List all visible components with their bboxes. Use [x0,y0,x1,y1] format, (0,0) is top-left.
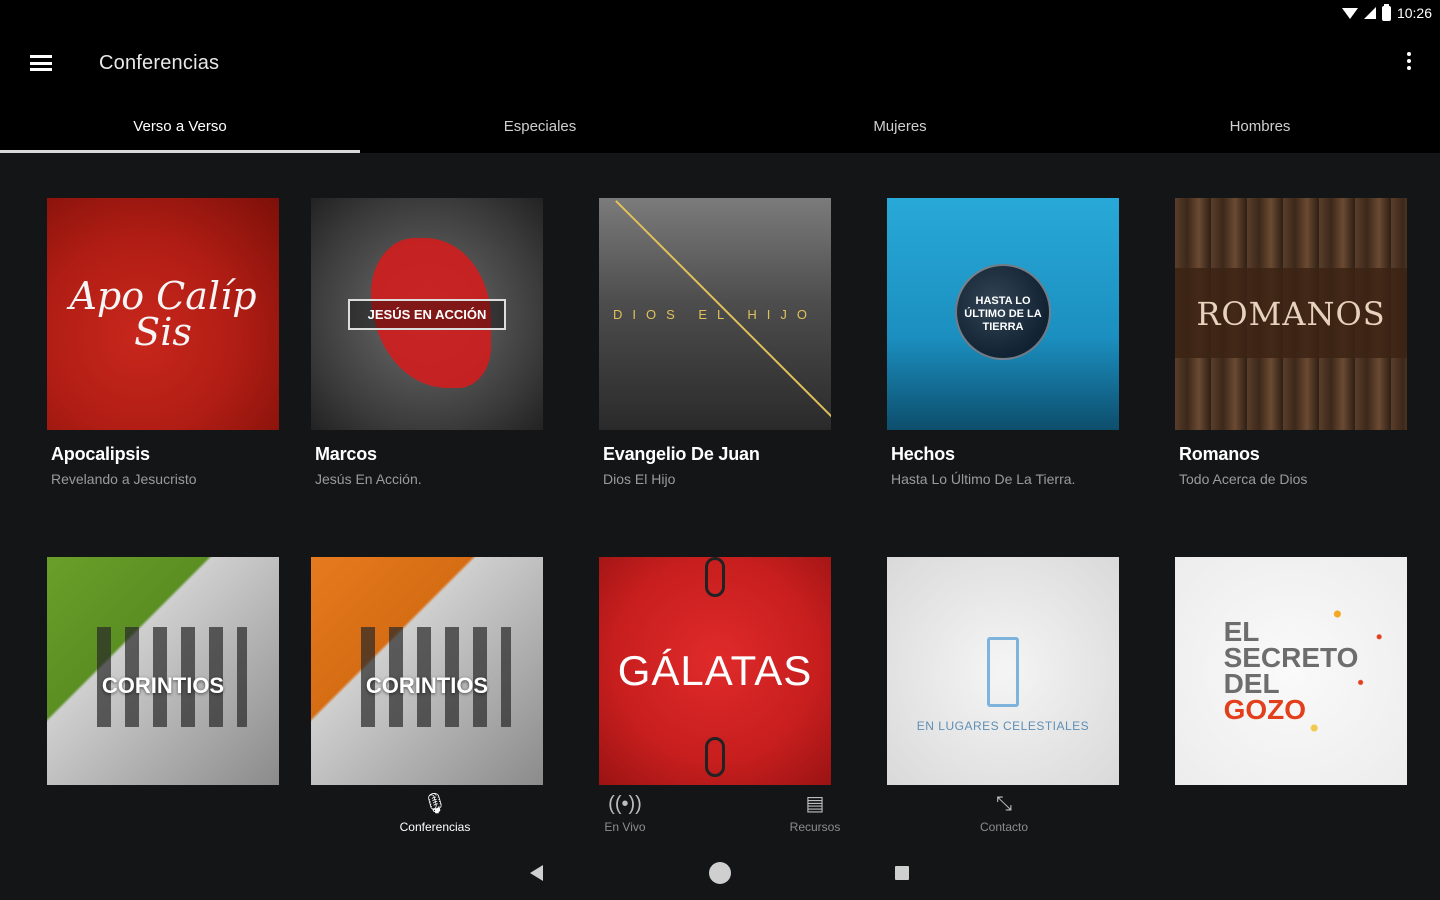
chair-graphic [987,637,1019,707]
series-card-galatas[interactable]: GÁLATAS [599,557,831,785]
series-cover[interactable]: DIOS EL HIJO [599,198,831,430]
series-subtitle: Hasta Lo Último De La Tierra. [891,471,1076,487]
cover-title: EL SECRETO DEL GOZO [1223,618,1359,725]
series-title: Romanos [1179,444,1260,464]
contact-icon: ⤡ [996,793,1012,815]
series-subtitle: Revelando a Jesucristo [51,471,197,487]
series-subtitle: Todo Acerca de Dios [1179,471,1308,487]
series-cover[interactable]: HASTA LO ÚLTIMO DE LA TIERRA [887,198,1119,430]
series-subtitle: Dios El Hijo [603,471,676,487]
nav-label: Recursos [789,820,841,834]
status-time: 10:26 [1396,5,1432,21]
system-navigation-bar [0,840,1440,900]
series-card-marcos[interactable]: JESÚS EN ACCIÓN Marcos Jesús En Acción. [311,198,543,487]
series-cover[interactable]: EL SECRETO DEL GOZO [1175,557,1407,785]
series-card-el-secreto-del-gozo[interactable]: EL SECRETO DEL GOZO [1175,557,1407,785]
wifi-icon [1341,7,1358,19]
cover-title: EN LUGARES CELESTIALES [916,719,1090,733]
chain-graphic [705,737,725,777]
microphone-icon: 🎙 [422,793,448,815]
app-bar: Conferencias [0,28,1440,100]
cover-title: CORINTIOS [101,673,225,698]
series-title: Evangelio De Juan [603,444,760,464]
series-card-2-corintios[interactable]: CORINTIOS [311,557,543,785]
nav-en-vivo[interactable]: ((•)) En Vivo [565,792,685,834]
series-cover[interactable]: GÁLATAS [599,557,831,785]
chain-graphic [705,557,725,597]
nav-contacto[interactable]: ⤡ Contacto [944,792,1064,834]
nav-label: Conferencias [399,820,471,834]
bottom-navigation: 🎙 Conferencias ((•)) En Vivo ▤ Recursos … [0,790,1440,840]
cover-title-line: GOZO [1223,694,1307,725]
series-card-romanos[interactable]: ROMANOS Romanos Todo Acerca de Dios [1175,198,1407,487]
recent-apps-icon[interactable] [895,866,909,880]
tab-verso-a-verso[interactable]: Verso a Verso [0,100,360,153]
status-bar: 10:26 [0,0,1440,28]
series-title: Hechos [891,444,955,464]
nav-conferencias[interactable]: 🎙 Conferencias [375,792,495,834]
series-cover[interactable]: JESÚS EN ACCIÓN [311,198,543,430]
series-title: Apocalipsis [51,444,150,464]
tab-bar: Verso a Verso Especiales Mujeres Hombres [0,100,1440,153]
cover-title: GÁLATAS [617,647,813,694]
series-card-celestiales[interactable]: EN LUGARES CELESTIALES [887,557,1119,785]
series-cover[interactable]: Apo Calíp Sis [47,198,279,430]
series-card-hechos[interactable]: HASTA LO ÚLTIMO DE LA TIERRA Hechos Hast… [887,198,1119,487]
series-card-evangelio-de-juan[interactable]: DIOS EL HIJO Evangelio De Juan Dios El H… [599,198,831,487]
book-icon: ▤ [805,793,825,815]
app-title: Conferencias [99,52,220,74]
signal-icon [1363,7,1376,19]
series-card-apocalipsis[interactable]: Apo Calíp Sis Apocalipsis Revelando a Je… [47,198,279,487]
battery-icon [1381,3,1391,21]
series-cover[interactable]: CORINTIOS [311,557,543,785]
tab-hombres[interactable]: Hombres [1080,100,1440,153]
cover-title: DIOS EL HIJO [612,306,818,322]
broadcast-icon: ((•)) [608,793,642,815]
overflow-menu-icon[interactable] [1406,52,1412,74]
tab-mujeres[interactable]: Mujeres [720,100,1080,153]
nav-label: Contacto [979,820,1029,834]
series-title: Marcos [315,444,377,464]
cover-title: HASTA LO ÚLTIMO DE LA TIERRA [964,294,1042,333]
nav-recursos[interactable]: ▤ Recursos [755,792,875,834]
series-subtitle: Jesús En Acción. [315,471,422,487]
cover-title: ROMANOS [1196,295,1386,333]
series-cover[interactable]: EN LUGARES CELESTIALES [887,557,1119,785]
hamburger-menu-icon[interactable] [30,55,52,71]
tab-especiales[interactable]: Especiales [360,100,720,153]
series-cover[interactable]: ROMANOS [1175,198,1407,430]
cover-title: CORINTIOS [365,673,489,698]
status-icons: 10:26 [1341,3,1432,21]
back-icon[interactable] [530,865,543,881]
cover-title: JESÚS EN ACCIÓN [347,298,507,330]
content-grid: Apo Calíp Sis Apocalipsis Revelando a Je… [0,153,1440,790]
series-card-1-corintios[interactable]: CORINTIOS [47,557,279,785]
nav-label: En Vivo [604,820,646,834]
series-cover[interactable]: CORINTIOS [47,557,279,785]
home-icon[interactable] [709,862,731,884]
cover-title: Apo Calíp Sis [69,274,257,354]
